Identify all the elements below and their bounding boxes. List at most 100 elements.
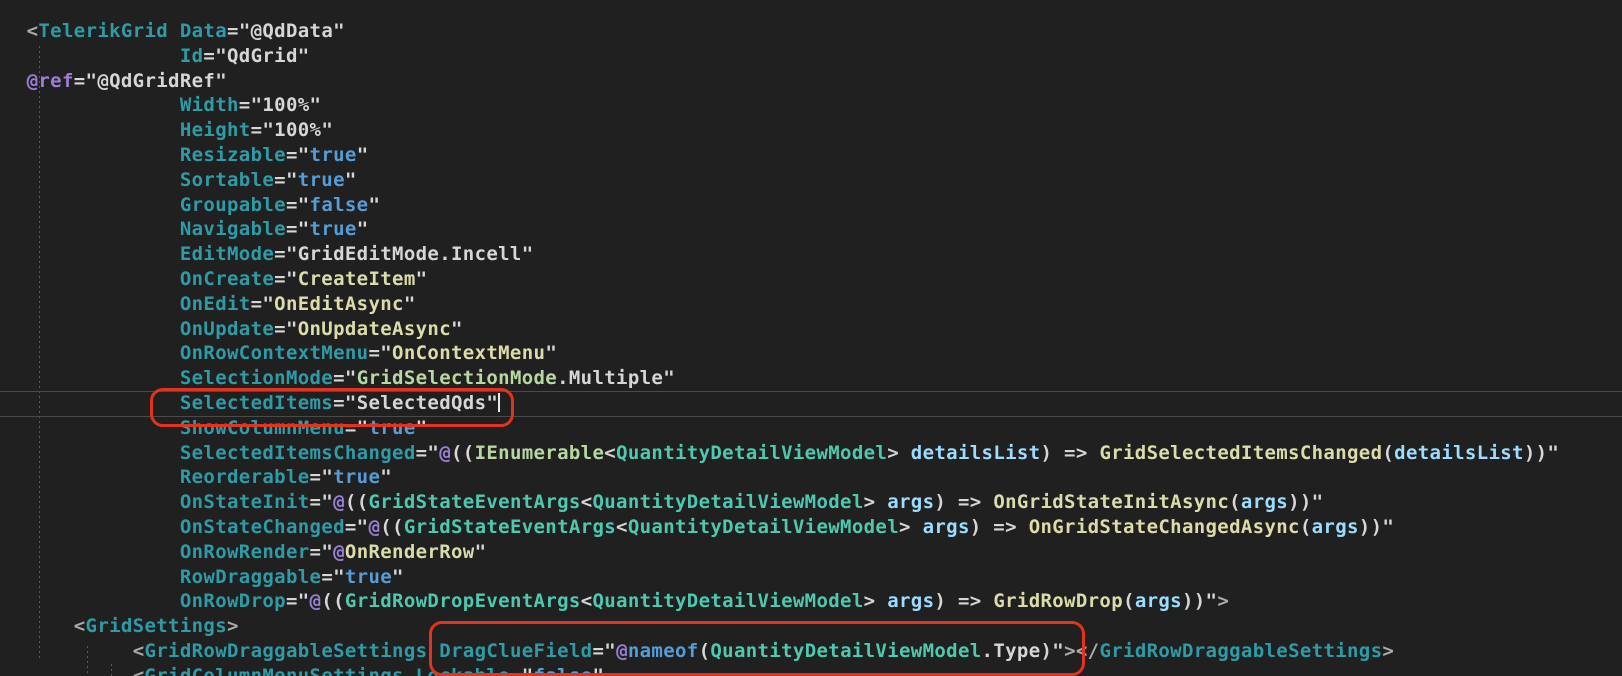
code-token: @ <box>616 639 628 662</box>
code-token: (( <box>380 515 404 538</box>
code-token: OnStateChanged <box>179 515 345 538</box>
code-line[interactable]: Groupable="false" <box>3 193 1622 218</box>
code-token: ))" <box>1358 515 1395 538</box>
code-token: ))" <box>1288 491 1324 514</box>
code-token: (( <box>344 491 369 514</box>
code-token: ( <box>1229 491 1241 514</box>
code-token: OnUpdateAsync <box>297 317 451 340</box>
code-token: =" <box>415 441 440 464</box>
code-editor[interactable]: <TelerikGrid Data="@QdData" Id="QdGrid" … <box>0 0 1622 676</box>
code-token: args <box>922 515 970 538</box>
code-line[interactable]: OnRowContextMenu="OnContextMenu" <box>3 341 1622 366</box>
code-line[interactable]: OnEdit="OnEditAsync" <box>3 292 1622 317</box>
code-line[interactable]: Sortable="true" <box>3 168 1622 193</box>
code-line[interactable]: OnStateChanged="@((GridStateEventArgs<Qu… <box>3 515 1622 540</box>
code-token: "QdGrid" <box>215 44 310 67</box>
code-token: " <box>592 664 605 676</box>
code-token: args <box>1311 515 1359 538</box>
code-token: "100%" <box>250 94 322 117</box>
code-token: =" <box>509 664 534 676</box>
code-token: GridRowDraggableSettings <box>144 639 428 662</box>
code-token: "100%" <box>262 119 334 142</box>
code-token: GridStateEventArgs <box>403 515 617 538</box>
code-token: OnGridStateChangedAsync <box>1028 515 1300 538</box>
code-token: Groupable <box>179 193 286 216</box>
code-token: OnStateInit <box>179 491 310 514</box>
code-token: =" <box>344 416 369 439</box>
code-token: > <box>1382 639 1395 662</box>
code-token: < <box>604 441 617 464</box>
code-token: args <box>1134 590 1182 613</box>
code-line[interactable]: Height="100%" <box>3 118 1622 143</box>
code-token: > <box>1217 590 1230 613</box>
code-token: Sortable <box>179 168 275 191</box>
code-token: DragClueField <box>439 639 593 662</box>
code-token: (( <box>451 441 475 464</box>
code-token: .Type <box>981 639 1041 662</box>
code-line[interactable]: OnRowRender="@OnRenderRow" <box>3 540 1622 565</box>
code-token: " <box>451 317 463 340</box>
code-token: " <box>368 193 381 216</box>
code-token: GridSelectedItemsChanged <box>1099 441 1383 464</box>
code-line[interactable]: OnCreate="CreateItem" <box>3 267 1622 292</box>
code-token: < <box>580 491 593 514</box>
code-token: " <box>486 391 499 414</box>
code-token: )" <box>1040 639 1065 662</box>
code-token: GridEditMode.Incell <box>297 243 522 266</box>
code-token: OnCreate <box>179 267 275 290</box>
code-line[interactable]: Width="100%" <box>3 93 1622 118</box>
code-token: =" <box>321 565 345 588</box>
code-line[interactable]: OnRowDrop="@((GridRowDropEventArgs<Quant… <box>3 589 1622 614</box>
code-line[interactable]: EditMode="GridEditMode.Incell" <box>3 242 1622 267</box>
code-token: " <box>474 540 487 563</box>
code-token: Height <box>179 119 251 142</box>
code-line[interactable]: SelectedItemsChanged="@((IEnumerable<Qua… <box>3 441 1622 466</box>
code-token: ></ <box>1064 639 1100 662</box>
code-token: GridColumnMenuSettings <box>144 664 404 676</box>
code-token: @ <box>333 540 345 563</box>
code-token: ) => <box>969 515 1029 538</box>
code-token: detailsList <box>1394 441 1524 464</box>
code-line[interactable]: SelectedItems="SelectedQds" <box>3 391 1622 416</box>
code-line[interactable]: <GridColumnMenuSettings Lockable="false" <box>3 664 1622 676</box>
code-token: OnRowContextMenu <box>179 342 369 365</box>
code-token: GridRowDropEventArgs <box>344 590 581 613</box>
code-token: < <box>580 590 593 613</box>
code-line[interactable]: OnUpdate="OnUpdateAsync" <box>3 317 1622 342</box>
code-token: GridRowDraggableSettings <box>1099 639 1383 662</box>
code-line[interactable]: <GridRowDraggableSettings DragClueField=… <box>3 639 1622 664</box>
code-line[interactable]: Resizable="true" <box>3 143 1622 168</box>
code-token: =" <box>368 342 393 365</box>
code-line[interactable]: @ref="@QdGridRef" <box>3 69 1622 94</box>
code-token: ( <box>1123 590 1135 613</box>
code-line[interactable]: ShowColumnMenu="true" <box>3 416 1622 441</box>
code-line[interactable]: SelectionMode="GridSelectionMode.Multipl… <box>3 366 1622 391</box>
code-token: "@QdGridRef" <box>85 69 227 92</box>
code-token: " <box>415 416 428 439</box>
code-token: " <box>344 168 357 191</box>
code-line[interactable]: Id="QdGrid" <box>3 44 1622 69</box>
code-token: @ref <box>26 69 74 92</box>
code-line[interactable]: Reorderable="true" <box>3 465 1622 490</box>
code-line[interactable]: <TelerikGrid Data="@QdData" <box>3 19 1622 44</box>
code-line[interactable]: Navigable="true" <box>3 217 1622 242</box>
code-line[interactable]: RowDraggable="true" <box>3 565 1622 590</box>
code-area[interactable]: <TelerikGrid Data="@QdData" Id="QdGrid" … <box>0 0 1622 676</box>
code-token: ( <box>698 639 711 662</box>
code-token: " <box>545 342 558 365</box>
code-token: =" <box>274 317 298 340</box>
code-token: GridSettings <box>85 615 227 638</box>
code-token: RowDraggable <box>179 565 322 588</box>
code-token: CreateItem <box>297 267 416 290</box>
code-line[interactable]: OnStateInit="@((GridStateEventArgs<Quant… <box>3 490 1622 515</box>
code-token: QuantityDetailViewModel <box>627 515 899 538</box>
code-token: @ <box>439 441 451 464</box>
code-token: ))" <box>1181 590 1218 613</box>
code-token: detailsList <box>910 441 1041 464</box>
code-token: @ <box>309 590 322 613</box>
code-token: args <box>1240 491 1289 514</box>
code-line[interactable]: <GridSettings> <box>3 614 1622 639</box>
code-token: < <box>616 515 628 538</box>
